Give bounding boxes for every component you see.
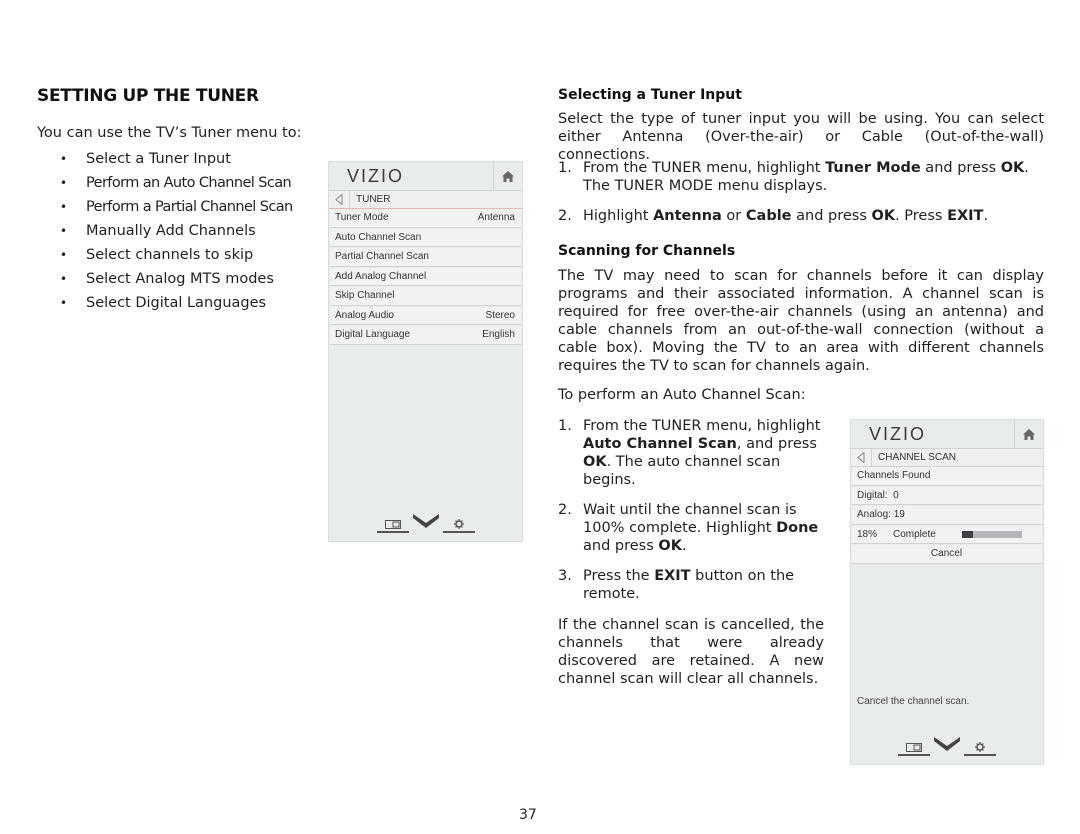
tuner-menu-panel: VIZIO TUNER Tuner Mode Antenna Auto Chann… bbox=[328, 161, 523, 542]
menu-item-add-analog-channel[interactable]: Add Analog Channel bbox=[330, 267, 521, 286]
menu-item-analog-audio[interactable]: Analog Audio Stereo bbox=[330, 306, 521, 325]
channel-scan-panel: VIZIO CHANNEL SCAN Channels Found Digita… bbox=[850, 419, 1044, 765]
menu-footer bbox=[329, 514, 522, 533]
list-item: • Select channels to skip bbox=[60, 247, 254, 263]
step-item: 1. From the TUNER menu, highlight Tuner M… bbox=[558, 160, 1029, 194]
scanning-body: The TV may need to scan for channels bef… bbox=[558, 268, 1044, 374]
back-arrow-icon[interactable] bbox=[329, 191, 350, 208]
breadcrumb: TUNER bbox=[329, 191, 522, 209]
breadcrumb-label: CHANNEL SCAN bbox=[878, 452, 956, 463]
bullet-icon: • bbox=[60, 272, 68, 286]
scanning-lead: To perform an Auto Channel Scan: bbox=[558, 387, 806, 403]
bullet-icon: • bbox=[60, 152, 68, 166]
scan-progress-fill bbox=[962, 530, 973, 538]
bullet-icon: • bbox=[60, 248, 68, 262]
list-item: • Perform an Auto Channel Scan bbox=[60, 175, 292, 191]
menu-item-partial-channel-scan[interactable]: Partial Channel Scan bbox=[330, 248, 521, 267]
step-item: 2. Wait until the channel scan is 100% co… bbox=[558, 502, 819, 554]
bullet-icon: • bbox=[60, 176, 67, 190]
analog-count: Analog: 19 bbox=[852, 506, 1042, 525]
bullet-icon: • bbox=[60, 200, 67, 214]
step-item: 3. Press the EXIT button on the remote. bbox=[558, 568, 795, 602]
settings-gear-icon[interactable] bbox=[442, 519, 475, 533]
page-number: 37 bbox=[519, 807, 537, 823]
heading-scanning: Scanning for Channels bbox=[558, 243, 736, 259]
channels-found-label: Channels Found bbox=[852, 467, 1042, 486]
feature-list: • Select a Tuner Input • Perform an Auto C… bbox=[60, 149, 293, 317]
menu-header: VIZIO bbox=[329, 162, 522, 191]
wide-screen-icon[interactable] bbox=[376, 520, 409, 533]
menu-item-digital-language[interactable]: Digital Language English bbox=[330, 326, 521, 345]
scan-progress-bar bbox=[962, 530, 1022, 538]
vizio-logo: VIZIO bbox=[347, 165, 405, 186]
selecting-input-steps: 1. From the TUNER menu, highlight Tuner M… bbox=[558, 159, 1044, 225]
home-icon[interactable] bbox=[1014, 420, 1043, 448]
settings-gear-icon[interactable] bbox=[964, 742, 996, 756]
auto-scan-steps: 1. From the TUNER menu, highlight Auto Ch… bbox=[558, 417, 826, 603]
scan-complete-label: Complete bbox=[893, 528, 936, 540]
breadcrumb-label: TUNER bbox=[356, 194, 391, 205]
bullet-icon: • bbox=[60, 296, 68, 310]
bullet-icon: • bbox=[60, 224, 68, 238]
vizio-v-icon[interactable] bbox=[412, 514, 439, 533]
digital-count: Digital: 0 bbox=[852, 486, 1042, 505]
wide-screen-icon[interactable] bbox=[898, 743, 930, 756]
vizio-logo: VIZIO bbox=[869, 423, 927, 444]
section-title: SETTING UP THE TUNER bbox=[37, 86, 259, 106]
list-item: • Select Analog MTS modes bbox=[60, 271, 274, 287]
scan-percent: 18% bbox=[857, 528, 878, 540]
home-icon[interactable] bbox=[493, 162, 522, 190]
menu-item-tuner-mode[interactable]: Tuner Mode Antenna bbox=[330, 209, 521, 228]
vizio-v-icon[interactable] bbox=[934, 737, 960, 756]
list-item: • Manually Add Channels bbox=[60, 223, 256, 239]
scan-progress-row: 18% Complete bbox=[852, 525, 1042, 544]
list-item: • Select a Tuner Input bbox=[60, 151, 231, 167]
cancel-button[interactable]: Cancel bbox=[852, 545, 1042, 564]
cancel-note: If the channel scan is cancelled, the ch… bbox=[558, 617, 824, 687]
step-item: 2. Highlight Antenna or Cable and press O… bbox=[558, 208, 989, 224]
step-item: 1. From the TUNER menu, highlight Auto Ch… bbox=[558, 418, 821, 488]
menu-footer bbox=[851, 737, 1043, 756]
heading-selecting-input: Selecting a Tuner Input bbox=[558, 87, 742, 103]
menu-header: VIZIO bbox=[851, 420, 1043, 449]
help-text: Cancel the channel scan. bbox=[857, 696, 970, 707]
list-item: • Perform a Partial Channel Scan bbox=[60, 199, 293, 215]
back-arrow-icon[interactable] bbox=[851, 449, 872, 466]
menu-item-skip-channel[interactable]: Skip Channel bbox=[330, 287, 521, 306]
breadcrumb: CHANNEL SCAN bbox=[851, 449, 1043, 467]
list-item: • Select Digital Languages bbox=[60, 295, 267, 311]
selecting-input-body: Select the type of tuner input you will … bbox=[558, 111, 1044, 163]
menu-item-auto-channel-scan[interactable]: Auto Channel Scan bbox=[330, 228, 521, 247]
intro-text: You can use the TV’s Tuner menu to: bbox=[37, 125, 302, 141]
